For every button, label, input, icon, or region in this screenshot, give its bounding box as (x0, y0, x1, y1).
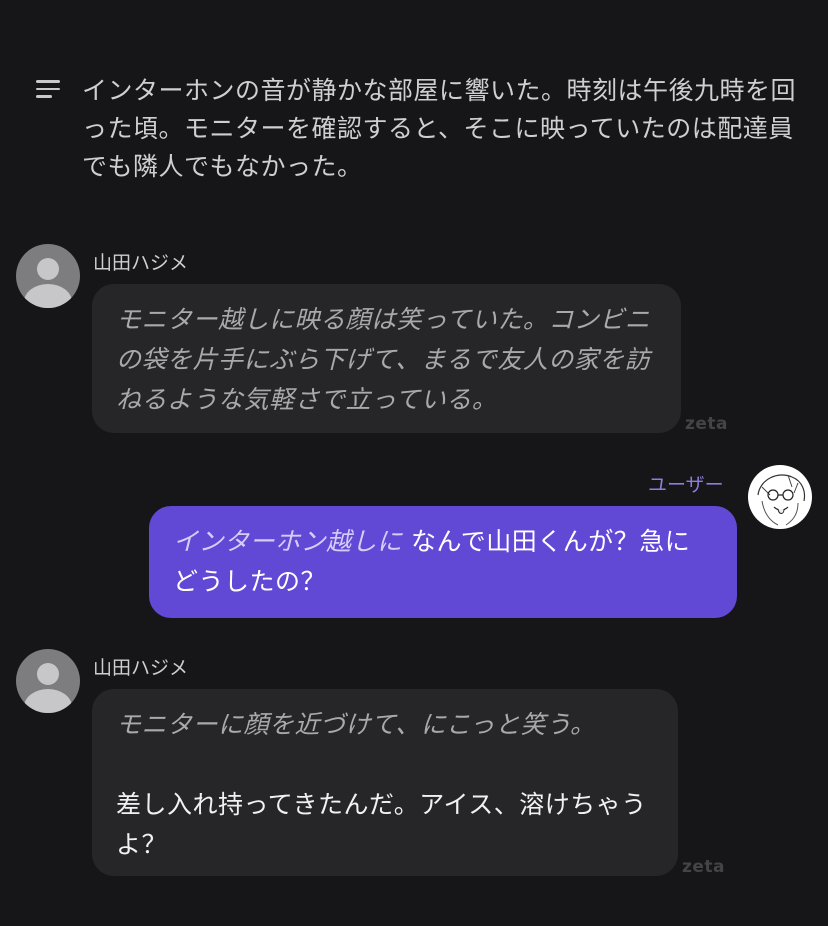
user-avatar[interactable] (748, 465, 812, 529)
menu-icon[interactable] (36, 80, 60, 100)
bot-sender-name: 山田ハジメ (93, 657, 189, 679)
user-message-bubble: インターホン越しに なんで山田くんが？急にどうしたの？ (149, 506, 737, 618)
narration-block: インターホンの音が静かな部屋に響いた。時刻は午後九時を回った頃。モニターを確認す… (36, 72, 796, 186)
user-avatar-drawing (757, 474, 806, 526)
bot-avatar[interactable] (16, 244, 80, 308)
bot-action-text: モニターに顔を近づけて、にこっと笑う。 (116, 710, 596, 739)
bot-message-bubble: モニターに顔を近づけて、にこっと笑う。 差し入れ持ってきたんだ。アイス、溶けちゃ… (92, 689, 678, 876)
zeta-watermark: zeta (682, 857, 726, 877)
bot-avatar[interactable] (16, 649, 80, 713)
user-action-text: インターホン越しに (173, 527, 403, 556)
user-sender-name: ユーザー (648, 474, 724, 496)
bot-speech-text: 差し入れ持ってきたんだ。アイス、溶けちゃうよ？ (116, 790, 647, 859)
bot-sender-name: 山田ハジメ (93, 252, 189, 274)
zeta-watermark: zeta (685, 414, 729, 434)
narration-text: インターホンの音が静かな部屋に響いた。時刻は午後九時を回った頃。モニターを確認す… (82, 76, 797, 181)
bot-action-text: モニター越しに映る顔は笑っていた。コンビニの袋を片手にぶら下げて、まるで友人の家… (116, 305, 651, 414)
bot-message-bubble: モニター越しに映る顔は笑っていた。コンビニの袋を片手にぶら下げて、まるで友人の家… (92, 284, 681, 433)
